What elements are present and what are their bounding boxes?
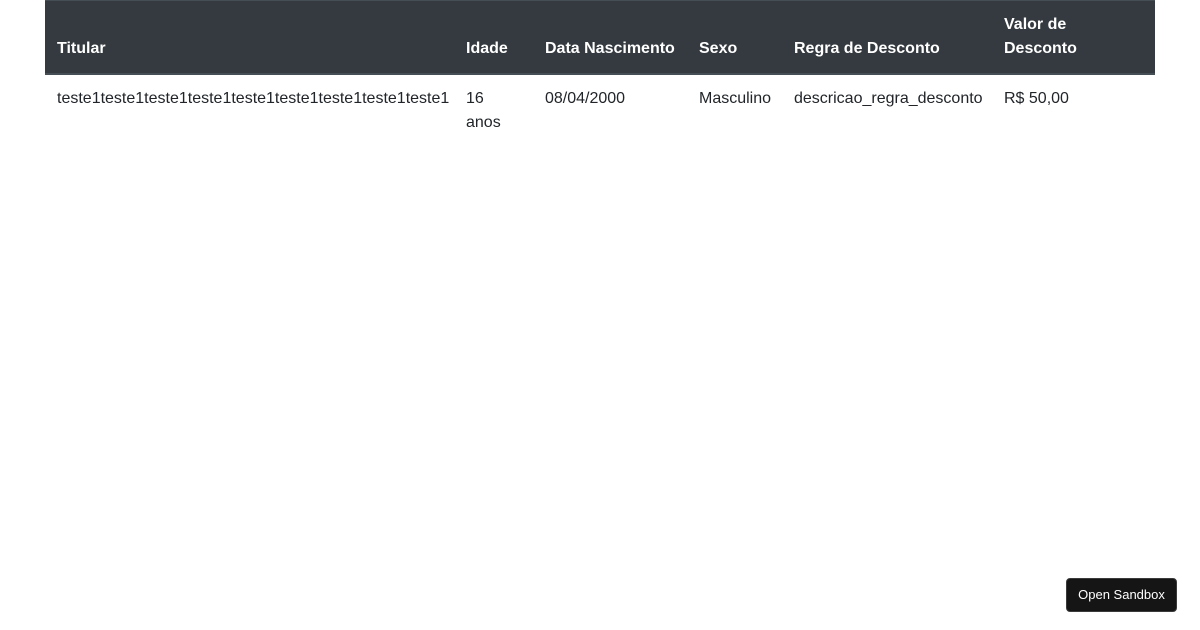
header-valor-desconto: Valor de Desconto xyxy=(992,0,1155,75)
cell-sexo: Masculino xyxy=(699,90,772,107)
header-titular: Titular xyxy=(45,0,454,75)
discount-table-container: Titular Idade Data Nascimento Sexo Regra… xyxy=(45,0,1155,147)
table-header-row: Titular Idade Data Nascimento Sexo Regra… xyxy=(45,0,1155,75)
cell-regra-desconto: descricao_regra_desconto xyxy=(794,90,983,107)
open-sandbox-button[interactable]: Open Sandbox xyxy=(1066,578,1177,612)
table-body: teste1teste1teste1teste1teste1teste1test… xyxy=(45,74,1155,147)
header-data-nascimento: Data Nascimento xyxy=(533,0,687,75)
table-header: Titular Idade Data Nascimento Sexo Regra… xyxy=(45,0,1155,75)
discount-table: Titular Idade Data Nascimento Sexo Regra… xyxy=(45,0,1155,147)
header-sexo: Sexo xyxy=(687,0,782,75)
table-row: teste1teste1teste1teste1teste1teste1test… xyxy=(45,74,1155,147)
header-idade: Idade xyxy=(454,0,533,75)
cell-titular: teste1teste1teste1teste1teste1teste1test… xyxy=(57,90,450,107)
cell-data-nascimento: 08/04/2000 xyxy=(545,90,626,107)
cell-valor-desconto: R$ 50,00 xyxy=(1004,90,1069,107)
cell-idade: 16 anos xyxy=(466,90,501,131)
header-regra-desconto: Regra de Desconto xyxy=(782,0,992,75)
